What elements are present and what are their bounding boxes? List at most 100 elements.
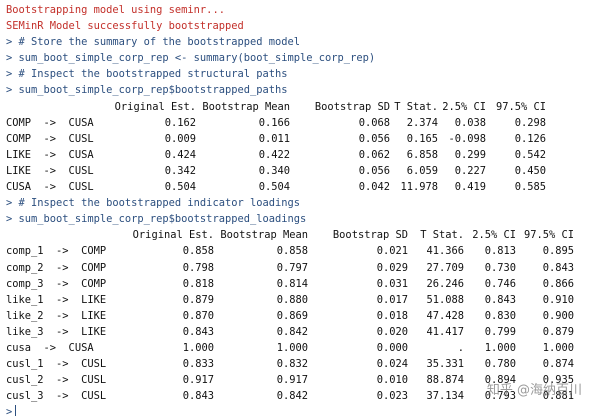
loadings-table-row-label: comp_3 -> COMP — [6, 277, 107, 290]
loadings-table-cell: 0.024 — [376, 358, 408, 371]
paths-header-bootstrap-mean: Bootstrap Mean — [202, 100, 290, 113]
console-prompt[interactable]: > — [6, 404, 600, 420]
loadings-table-cell: 0.799 — [484, 325, 516, 338]
paths-table-cell: 0.165 — [406, 132, 438, 145]
paths-header-ci-high: 97.5% CI — [495, 100, 546, 113]
console-command-loadings: > sum_boot_simple_corp_rep$bootstrapped_… — [6, 213, 307, 226]
console-command-summary: > sum_boot_simple_corp_rep <- summary(bo… — [6, 52, 376, 65]
loadings-table-row: like_1 -> LIKE 0.879 0.880 0.017 51.088 0.843… — [6, 292, 600, 308]
loadings-table-cell: 0.900 — [542, 309, 574, 322]
loadings-table-cell: 0.780 — [484, 358, 516, 371]
paths-header-ci-low: 2.5% CI — [442, 100, 486, 113]
loadings-table-cell: 0.813 — [484, 245, 516, 258]
loadings-table-cell: 27.709 — [426, 261, 464, 274]
loadings-header-bootstrap-sd: Bootstrap SD — [332, 229, 408, 242]
paths-table-cell: 0.038 — [454, 116, 486, 129]
loadings-table-row: comp_3 -> COMP 0.818 0.814 0.031 26.246 0.746… — [6, 276, 600, 292]
loadings-table-row-label: cusl_3 -> CUSL — [6, 390, 107, 403]
loadings-table-row-label: cusl_2 -> CUSL — [6, 374, 107, 387]
loadings-table-row-label: comp_2 -> COMP — [6, 261, 107, 274]
console-command-comment-store: > # Store the summary of the bootstrappe… — [6, 36, 301, 49]
loadings-header-ci-low: 2.5% CI — [472, 229, 516, 242]
paths-table-cell: 0.227 — [454, 164, 486, 177]
paths-table-cell: 0.542 — [514, 148, 546, 161]
loadings-table-cell: 0.842 — [276, 325, 308, 338]
prompt-symbol: > — [6, 406, 13, 419]
loadings-table-cell: 0.842 — [276, 390, 308, 403]
loadings-table-cell: 0.798 — [182, 261, 214, 274]
paths-header-spacer — [6, 99, 94, 115]
loadings-table-row-label: comp_1 -> COMP — [6, 245, 107, 258]
loadings-table-cell: 1.000 — [542, 341, 574, 354]
paths-table-cell: 0.042 — [358, 181, 390, 194]
loadings-table-cell: 1.000 — [182, 341, 214, 354]
paths-table-cell: 0.504 — [258, 181, 290, 194]
paths-table-cell: 0.056 — [358, 132, 390, 145]
loadings-table-cell: 1.000 — [276, 341, 308, 354]
loadings-table-cell: 35.331 — [426, 358, 464, 371]
loadings-table-cell: 1.000 — [484, 341, 516, 354]
loadings-table-cell: 0.843 — [182, 325, 214, 338]
paths-table-cell: 0.504 — [164, 181, 196, 194]
paths-header-original-est: Original Est. — [114, 100, 196, 113]
paths-table-cell: 0.056 — [358, 164, 390, 177]
loadings-table-cell: 0.858 — [276, 245, 308, 258]
paths-table-cell: 0.009 — [164, 132, 196, 145]
loadings-table-row: comp_2 -> COMP 0.798 0.797 0.029 27.709 0.730… — [6, 260, 600, 276]
paths-table-cell: 0.419 — [454, 181, 486, 194]
loadings-table-row-label: like_2 -> LIKE — [6, 309, 107, 322]
loadings-table-row-label: like_3 -> LIKE — [6, 325, 107, 338]
loadings-table-cell: 0.830 — [484, 309, 516, 322]
paths-table-cell: 6.059 — [406, 164, 438, 177]
loadings-header-original-est: Original Est. — [132, 229, 214, 242]
loadings-table-cell: 41.366 — [426, 245, 464, 258]
loadings-table-cell: 0.843 — [484, 293, 516, 306]
paths-table-row-label: LIKE -> CUSA — [6, 148, 94, 161]
paths-table-cell: 6.858 — [406, 148, 438, 161]
loadings-table-cell: 0.017 — [376, 293, 408, 306]
loadings-table-row: cusl_1 -> CUSL 0.833 0.832 0.024 35.331 0.780… — [6, 356, 600, 372]
loadings-table-row: cusa -> CUSA 1.000 1.000 0.000. 1.000 1.000 — [6, 340, 600, 356]
loadings-table-cell: 0.870 — [182, 309, 214, 322]
loadings-table-cell: 0.021 — [376, 245, 408, 258]
paths-table-cell: -0.098 — [448, 132, 486, 145]
loadings-table-cell: 0.910 — [542, 293, 574, 306]
paths-table-row-label: COMP -> CUSL — [6, 132, 94, 145]
loadings-table-cell: 0.818 — [182, 277, 214, 290]
loadings-table-cell: 0.797 — [276, 261, 308, 274]
loadings-header-t-stat: T Stat. — [420, 229, 464, 242]
loadings-table-cell: 0.029 — [376, 261, 408, 274]
paths-table-cell: 11.978 — [400, 181, 438, 194]
paths-table-cell: 0.068 — [358, 116, 390, 129]
console-command-comment-paths: > # Inspect the bootstrapped structural … — [6, 68, 288, 81]
loadings-table-header: Original Est. Bootstrap Mean Bootstrap S… — [6, 227, 600, 243]
paths-table-cell: 0.424 — [164, 148, 196, 161]
paths-table-cell: 0.126 — [514, 132, 546, 145]
console-message-success: SEMinR Model successfully bootstrapped — [6, 20, 244, 33]
paths-table-cell: 0.011 — [258, 132, 290, 145]
loadings-table-cell: 0.879 — [182, 293, 214, 306]
loadings-table-cell: 0.020 — [376, 325, 408, 338]
loadings-table-cell: 41.417 — [426, 325, 464, 338]
loadings-table-cell: 47.428 — [426, 309, 464, 322]
loadings-table-cell: 37.134 — [426, 390, 464, 403]
loadings-header-ci-high: 97.5% CI — [523, 229, 574, 242]
loadings-table-cell: 0.031 — [376, 277, 408, 290]
loadings-table-cell: 0.010 — [376, 374, 408, 387]
paths-table-row: COMP -> CUSA 0.162 0.166 0.068 2.374 0.038 0.2… — [6, 115, 600, 131]
loadings-table-cell: 0.917 — [182, 374, 214, 387]
loadings-table-row: like_3 -> LIKE 0.843 0.842 0.020 41.417 0.799… — [6, 324, 600, 340]
loadings-table-cell: 0.746 — [484, 277, 516, 290]
loadings-table-cell: 0.023 — [376, 390, 408, 403]
console-message-bootstrapping: Bootstrapping model using seminr... — [6, 4, 225, 16]
loadings-table-row-label: like_1 -> LIKE — [6, 293, 107, 306]
loadings-table-cell: 0.843 — [542, 261, 574, 274]
loadings-table-cell: 0.730 — [484, 261, 516, 274]
paths-table-row: LIKE -> CUSL 0.342 0.340 0.056 6.059 0.227 0.4… — [6, 163, 600, 179]
loadings-table-row-label: cusa -> CUSA — [6, 341, 94, 354]
watermark: 知乎 @海纳百川 — [486, 383, 582, 398]
loadings-table-cell: 0.814 — [276, 277, 308, 290]
loadings-table-cell: 0.869 — [276, 309, 308, 322]
loadings-table-cell: 0.843 — [182, 390, 214, 403]
paths-table-row: LIKE -> CUSA 0.424 0.422 0.062 6.858 0.299 0.5… — [6, 147, 600, 163]
